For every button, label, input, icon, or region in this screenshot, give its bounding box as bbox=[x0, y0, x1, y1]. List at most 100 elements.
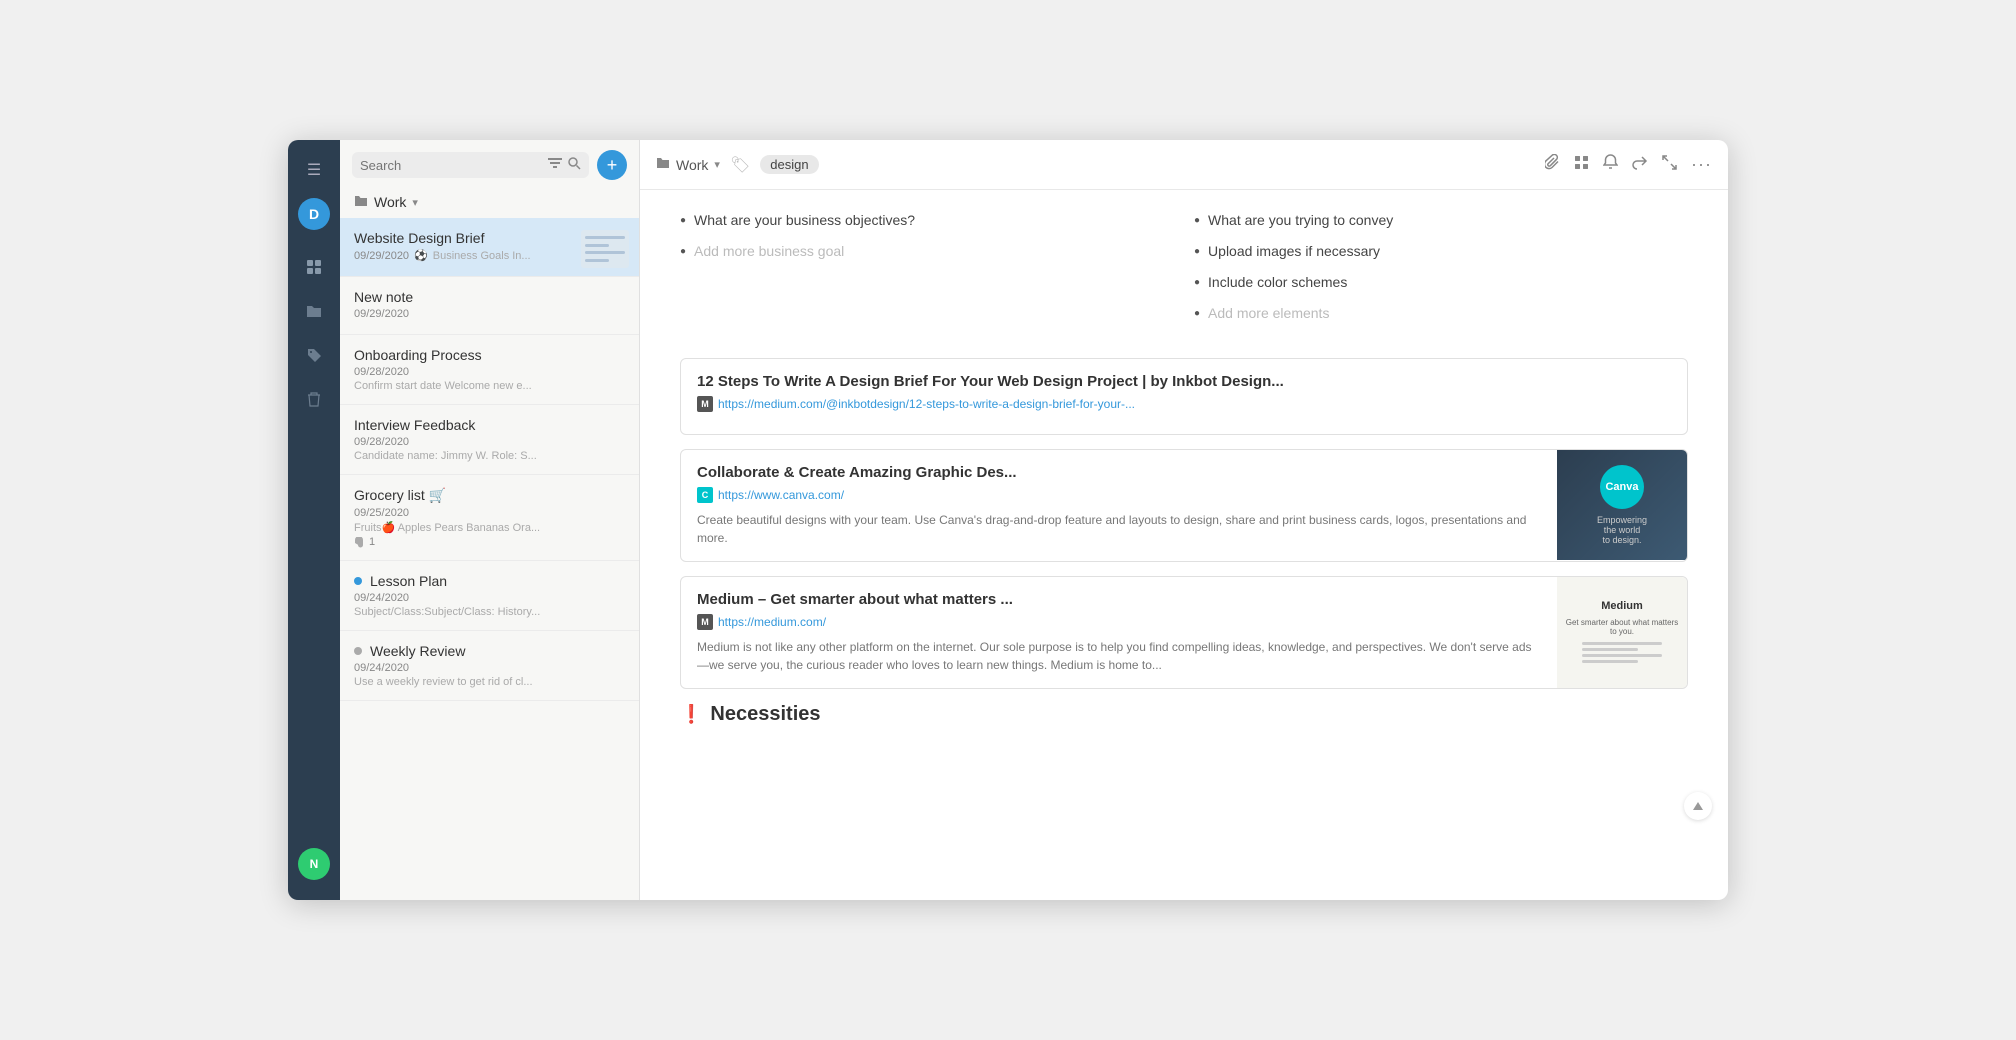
search-mag-icon[interactable] bbox=[568, 157, 581, 173]
left-bullet-list: What are your business objectives? Add m… bbox=[680, 210, 1174, 334]
note-date: 09/24/2020 bbox=[354, 662, 409, 674]
link-card-medium[interactable]: Medium – Get smarter about what matters … bbox=[680, 576, 1688, 689]
note-preview: Candidate name: Jimmy W. Role: S... bbox=[354, 450, 574, 462]
sync-dot-gray bbox=[354, 647, 362, 655]
note-title: Weekly Review bbox=[354, 643, 625, 659]
link-card-body: Collaborate & Create Amazing Graphic Des… bbox=[681, 450, 1557, 561]
note-preview: Fruits🍎 Apples Pears Bananas Ora... bbox=[354, 521, 574, 534]
breadcrumb-notebook-name: Work bbox=[676, 157, 708, 173]
medium-img-subtitle: Get smarter about what matters to you. bbox=[1565, 618, 1679, 636]
tag-chip[interactable]: design bbox=[760, 155, 818, 174]
note-date: 09/28/2020 bbox=[354, 366, 409, 378]
filter-icon[interactable] bbox=[548, 158, 562, 173]
necessities-header: ❗ Necessities bbox=[680, 703, 1688, 726]
menu-icon[interactable]: ☰ bbox=[299, 152, 329, 188]
nav-tag-icon[interactable] bbox=[294, 336, 334, 374]
breadcrumb-folder-icon bbox=[656, 157, 670, 172]
note-meta-icon: ⚽ bbox=[414, 249, 428, 262]
note-title: Grocery list 🛒 bbox=[354, 487, 625, 504]
note-title: Onboarding Process bbox=[354, 347, 625, 363]
add-note-button[interactable]: + bbox=[597, 150, 627, 180]
bell-icon[interactable] bbox=[1603, 154, 1618, 175]
link-card-url[interactable]: C https://www.canva.com/ bbox=[697, 487, 1541, 503]
note-meta: 09/25/2020 bbox=[354, 507, 625, 519]
bullet-item: What are your business objectives? bbox=[680, 210, 1174, 231]
notebook-folder-icon bbox=[354, 195, 368, 210]
canva-logo: Canva bbox=[1600, 465, 1644, 509]
note-item-weekly-review[interactable]: Weekly Review 09/24/2020 Use a weekly re… bbox=[340, 631, 639, 701]
link-card-body: 12 Steps To Write A Design Brief For You… bbox=[681, 359, 1687, 434]
breadcrumb-dropdown-icon[interactable]: ▾ bbox=[714, 158, 720, 171]
link-card-url[interactable]: M https://medium.com/ bbox=[697, 614, 1541, 630]
attachment-count: 1 bbox=[369, 536, 375, 548]
note-list-panel: + Work ▾ Website Design Brief 09/29/2020… bbox=[340, 140, 640, 900]
right-bullet-list: What are you trying to convey Upload ima… bbox=[1194, 210, 1688, 334]
search-input[interactable] bbox=[360, 158, 542, 173]
search-box[interactable] bbox=[352, 152, 589, 178]
note-item-website-design-brief[interactable]: Website Design Brief 09/29/2020 ⚽ Busine… bbox=[340, 218, 639, 277]
attach-icon[interactable] bbox=[1545, 154, 1560, 175]
notebook-selector[interactable]: Work ▾ bbox=[340, 188, 639, 218]
bullet-item: Upload images if necessary bbox=[1194, 241, 1688, 262]
tag-separator-icon: 🏷 bbox=[730, 155, 750, 175]
user-avatar[interactable]: D bbox=[298, 198, 330, 230]
necessities-section: ❗ Necessities bbox=[680, 703, 1688, 726]
app-window: ☰ D N + bbox=[288, 140, 1728, 900]
breadcrumb[interactable]: Work ▾ bbox=[656, 157, 720, 173]
notebook-dropdown-icon: ▾ bbox=[412, 196, 418, 209]
scroll-up-button[interactable] bbox=[1684, 792, 1712, 820]
note-list-scroll[interactable]: Website Design Brief 09/29/2020 ⚽ Busine… bbox=[340, 218, 639, 900]
note-meta: 09/29/2020 bbox=[354, 308, 625, 320]
workspace-avatar[interactable]: N bbox=[298, 848, 330, 880]
note-item-new-note[interactable]: New note 09/29/2020 bbox=[340, 277, 639, 335]
link-card-inkbot[interactable]: 12 Steps To Write A Design Brief For You… bbox=[680, 358, 1688, 435]
sync-dot-blue bbox=[354, 577, 362, 585]
link-card-canva[interactable]: Collaborate & Create Amazing Graphic Des… bbox=[680, 449, 1688, 562]
toolbar-right: ··· bbox=[1545, 154, 1712, 175]
link-card-url[interactable]: M https://medium.com/@inkbotdesign/12-st… bbox=[697, 396, 1671, 412]
note-date: 09/28/2020 bbox=[354, 436, 409, 448]
note-item-onboarding-process[interactable]: Onboarding Process 09/28/2020 Confirm st… bbox=[340, 335, 639, 405]
link-card-title: Medium – Get smarter about what matters … bbox=[697, 591, 1541, 608]
note-item-interview-feedback[interactable]: Interview Feedback 09/28/2020 Candidate … bbox=[340, 405, 639, 475]
bullet-placeholder[interactable]: Add more business goal bbox=[680, 241, 1174, 262]
note-item-lesson-plan[interactable]: Lesson Plan 09/24/2020 Subject/Class:Sub… bbox=[340, 561, 639, 631]
note-preview: Subject/Class:Subject/Class: History... bbox=[354, 606, 574, 618]
necessities-title: Necessities bbox=[710, 703, 820, 726]
canva-card-image: Canva Empoweringthe worldto design. bbox=[1557, 450, 1687, 560]
nav-grid-icon[interactable] bbox=[294, 248, 334, 286]
note-thumbnail bbox=[581, 230, 629, 268]
note-title: Interview Feedback bbox=[354, 417, 625, 433]
link-card-description: Create beautiful designs with your team.… bbox=[697, 511, 1541, 547]
note-title: New note bbox=[354, 289, 625, 305]
c-icon: C bbox=[697, 487, 713, 503]
share-icon[interactable] bbox=[1632, 155, 1648, 175]
attachment-row: 1 bbox=[354, 536, 625, 548]
main-toolbar: Work ▾ 🏷 design bbox=[640, 140, 1728, 190]
expand-icon[interactable] bbox=[1662, 155, 1677, 175]
canva-tagline: Empoweringthe worldto design. bbox=[1597, 515, 1647, 545]
note-date: 09/24/2020 bbox=[354, 592, 409, 604]
note-meta: 09/24/2020 bbox=[354, 592, 625, 604]
nav-trash-icon[interactable] bbox=[294, 380, 334, 418]
medium-card-image: Medium Get smarter about what matters to… bbox=[1557, 577, 1687, 688]
note-item-grocery-list[interactable]: Grocery list 🛒 09/25/2020 Fruits🍎 Apples… bbox=[340, 475, 639, 561]
bullet-placeholder[interactable]: Add more elements bbox=[1194, 303, 1688, 324]
two-col-bullets: What are your business objectives? Add m… bbox=[680, 210, 1688, 334]
notebook-name: Work bbox=[374, 194, 406, 210]
note-body[interactable]: What are your business objectives? Add m… bbox=[640, 190, 1728, 900]
note-preview: Confirm start date Welcome new e... bbox=[354, 380, 574, 392]
note-meta: 09/24/2020 bbox=[354, 662, 625, 674]
nav-folder-icon[interactable] bbox=[294, 292, 334, 330]
warning-icon: ❗ bbox=[680, 704, 702, 725]
note-date: 09/25/2020 bbox=[354, 507, 409, 519]
m-icon: M bbox=[697, 614, 713, 630]
note-meta: 09/28/2020 bbox=[354, 436, 625, 448]
grid-view-icon[interactable] bbox=[1574, 155, 1589, 175]
more-options-icon[interactable]: ··· bbox=[1691, 154, 1712, 175]
note-preview: Use a weekly review to get rid of cl... bbox=[354, 676, 574, 688]
note-date: 09/29/2020 bbox=[354, 308, 409, 320]
link-card-title: 12 Steps To Write A Design Brief For You… bbox=[697, 373, 1671, 390]
note-list-header: + bbox=[340, 140, 639, 188]
medium-img-title: Medium bbox=[1601, 600, 1643, 612]
